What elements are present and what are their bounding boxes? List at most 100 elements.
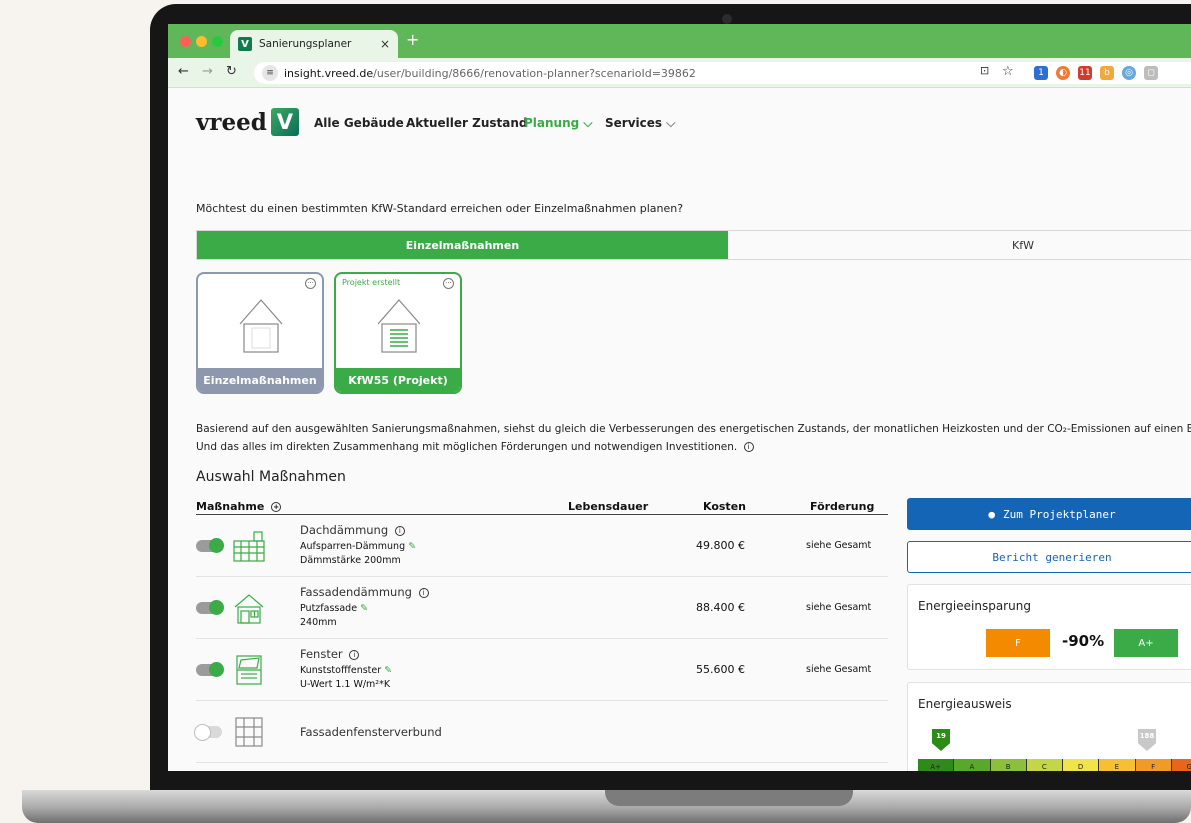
column-header-funding: Förderung [810, 500, 875, 513]
edit-pencil-icon[interactable]: ✎ [384, 665, 392, 676]
description: Basierend auf den ausgewählten Sanierung… [196, 420, 1191, 456]
scale-c: C [1026, 759, 1063, 771]
edit-pencil-icon[interactable]: ✎ [360, 603, 368, 614]
site-settings-icon[interactable]: ≡ [262, 65, 278, 81]
measure-toggle[interactable] [194, 724, 222, 741]
measure-cost: 49.800 € [696, 539, 745, 552]
grade-before-badge: F [986, 629, 1050, 657]
browser-address-bar: ← → ↻ ≡ insight.vreed.de/user/building/8… [168, 58, 1191, 88]
column-header-cost: Kosten [703, 500, 746, 513]
info-icon[interactable]: i [743, 442, 754, 452]
project-planner-label: Zum Projektplaner [1003, 507, 1116, 521]
measure-title-text: Fenster [300, 647, 343, 661]
person-icon: ● [988, 507, 996, 521]
section-title: Auswahl Maßnahmen [196, 469, 346, 485]
nav-alle-gebaeude[interactable]: Alle Gebäude [314, 116, 404, 130]
forward-arrow-icon[interactable]: → [202, 64, 213, 79]
tab-einzelmassnahmen[interactable]: Einzelmaßnahmen [197, 231, 728, 259]
close-window-button[interactable] [180, 36, 191, 47]
minimize-window-button[interactable] [196, 36, 207, 47]
scenario-card-kfw55[interactable]: Projekt erstellt ··· KfW55 (Projekt) [334, 272, 462, 394]
vreed-logo[interactable]: vreed V [196, 108, 299, 136]
logo-text: vreed [196, 108, 267, 136]
nav-services-label: Services [605, 116, 663, 130]
measure-cost: 55.600 € [696, 663, 745, 676]
table-row-fassadenfensterverbund: Fassadenfensterverbund [194, 701, 888, 763]
scale-f: F [1135, 759, 1172, 771]
measure-detail-text: Kunststofffenster [300, 665, 382, 676]
back-arrow-icon[interactable]: ← [178, 64, 189, 79]
nav-services[interactable]: Services ⌵ [605, 116, 675, 131]
facade-insulation-icon [234, 594, 264, 624]
tab-close-icon[interactable]: × [380, 37, 390, 51]
table-row-dachdaemmung: Dachdämmung i Aufsparren-Dämmung ✎ Dämmst… [196, 515, 888, 577]
screen: V Sanierungsplaner × + ← → ↻ ≡ insight.v… [168, 24, 1191, 771]
house-list-icon [377, 299, 421, 353]
nav-aktueller-zustand[interactable]: Aktueller Zustand [406, 116, 528, 130]
measure-title-text: Fassadendämmung [300, 585, 412, 599]
maximize-window-button[interactable] [212, 36, 223, 47]
extension-icon-5[interactable]: ◎ [1122, 66, 1136, 80]
scale-b: B [990, 759, 1027, 771]
energy-scale: A+ A B C D E F G [918, 759, 1191, 771]
browser-tab[interactable]: V Sanierungsplaner × [230, 30, 398, 58]
scale-e: E [1099, 759, 1136, 771]
nav-planung[interactable]: Planung ⌵ [524, 116, 593, 131]
tab-kfw[interactable]: KfW [728, 231, 1191, 259]
bookmark-star-icon[interactable]: ☆ [1002, 64, 1014, 79]
info-icon[interactable]: i [394, 526, 405, 536]
info-icon[interactable]: i [349, 650, 360, 660]
description-line-2: Und das alles im direkten Zusammenhang m… [196, 438, 1191, 456]
edit-pencil-icon[interactable]: ✎ [408, 541, 416, 552]
new-tab-button[interactable]: + [406, 30, 419, 49]
marker-old: 188 [1138, 729, 1156, 751]
browser-tab-bar: V Sanierungsplaner × + [168, 24, 1191, 58]
laptop-base-groove [605, 790, 853, 806]
extension-icon-3[interactable]: 11 [1078, 66, 1092, 80]
house-icon [239, 299, 283, 353]
column-header-measure: Maßnahme + [196, 500, 282, 513]
reload-icon[interactable]: ↻ [226, 64, 237, 79]
install-app-icon[interactable]: ⊡ [980, 64, 989, 77]
measure-toggle[interactable] [196, 600, 224, 615]
scenario-card-einzelmassnahmen[interactable]: ··· Einzelmaßnahmen [196, 272, 324, 394]
url-input[interactable]: ≡ insight.vreed.de/user/building/8666/re… [254, 62, 1191, 84]
nav-planung-label: Planung [524, 116, 580, 130]
chevron-down-icon: ⌵ [666, 116, 676, 130]
info-icon[interactable]: i [418, 588, 429, 598]
planning-mode-toggle: Einzelmaßnahmen KfW [196, 230, 1191, 260]
energy-savings-percent: -90% [1062, 632, 1105, 650]
measure-toggle[interactable] [196, 538, 224, 553]
extension-icon-1[interactable]: 1 [1034, 66, 1048, 80]
description-line-2-text: Und das alles im direkten Zusammenhang m… [196, 441, 738, 453]
measure-title: Fassadenfensterverbund [300, 725, 442, 739]
scenario-card-label: Einzelmaßnahmen [198, 368, 322, 392]
extension-icon-4[interactable]: b [1100, 66, 1114, 80]
app-header: vreed V Alle Gebäude Aktueller Zustand P… [168, 88, 1191, 160]
url-path: /user/building/8666/renovation-planner?s… [373, 66, 696, 80]
marker-new: 19 [932, 729, 950, 751]
project-created-tag: Projekt erstellt [342, 278, 401, 287]
more-options-icon[interactable]: ··· [443, 278, 454, 289]
energy-savings-title: Energieeinsparung [918, 599, 1031, 613]
info-icon[interactable]: + [271, 502, 282, 512]
window-icon [236, 655, 262, 685]
project-planner-button[interactable]: ● Zum Projektplaner [907, 498, 1191, 530]
measure-cost: 88.400 € [696, 601, 745, 614]
more-options-icon[interactable]: ··· [305, 278, 316, 289]
measure-toggle[interactable] [196, 662, 224, 677]
tab-title: Sanierungsplaner [259, 38, 352, 50]
measure-title: Dachdämmung i [300, 523, 405, 537]
measure-detail: Aufsparren-Dämmung ✎ [300, 541, 416, 552]
planning-question: Möchtest du einen bestimmten KfW-Standar… [196, 202, 684, 215]
generate-report-button[interactable]: Bericht generieren [907, 541, 1191, 573]
camera-notch [722, 14, 732, 24]
measure-title: Fassadendämmung i [300, 585, 429, 599]
screenshot-icon[interactable]: ◻ [1144, 66, 1158, 80]
extension-icon-2[interactable]: ◐ [1056, 66, 1070, 80]
measure-funding: siehe Gesamt [806, 664, 872, 675]
energy-certificate-panel: Energieausweis 19 188 A+ A B C D E F G [907, 682, 1191, 771]
column-header-lifetime: Lebensdauer [568, 500, 649, 513]
scale-g: G [1171, 759, 1191, 771]
measure-title: Fenster i [300, 647, 360, 661]
